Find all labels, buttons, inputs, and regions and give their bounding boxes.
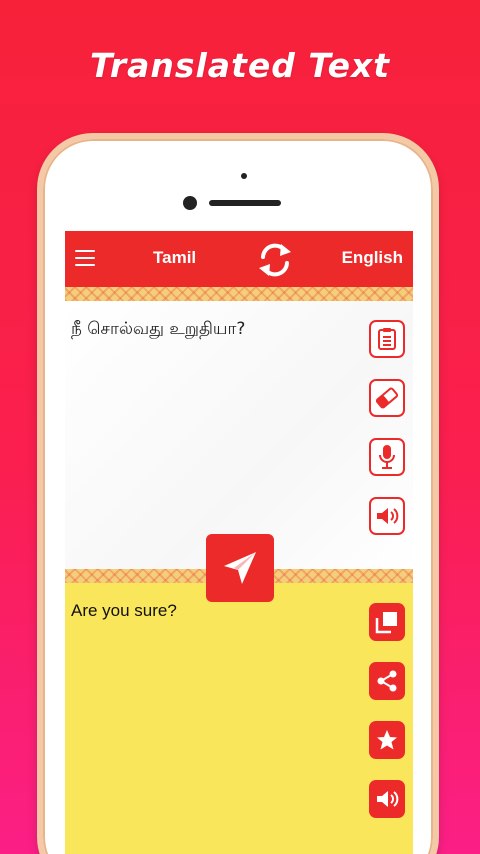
- voice-input-button[interactable]: [369, 438, 405, 476]
- copy-button[interactable]: [369, 603, 405, 641]
- output-panel: Are you sure?: [65, 583, 413, 854]
- share-icon: [377, 670, 397, 692]
- send-icon: [224, 552, 256, 584]
- translated-text: Are you sure?: [71, 601, 177, 620]
- speaker-icon: [377, 508, 399, 524]
- clipboard-icon: [378, 328, 396, 350]
- speaker-icon: [377, 791, 399, 807]
- sensor-dot: [241, 173, 247, 179]
- app-bar: Tamil English: [65, 231, 413, 287]
- input-panel[interactable]: நீ சொல்வது உறுதியா?: [65, 301, 413, 569]
- source-language-selector[interactable]: Tamil: [153, 248, 196, 268]
- microphone-icon: [379, 445, 395, 469]
- headline: Translated Text: [89, 46, 391, 85]
- front-camera: [183, 196, 197, 210]
- decorative-border-top: [65, 287, 413, 301]
- translate-button[interactable]: [206, 534, 274, 602]
- swap-languages-icon[interactable]: [255, 240, 295, 280]
- app-screen: Tamil English நீ சொல்வது உறுதியா? Are yo…: [65, 231, 413, 854]
- earpiece-speaker: [209, 200, 281, 206]
- share-button[interactable]: [369, 662, 405, 700]
- phone-frame: Tamil English நீ சொல்வது உறுதியா? Are yo…: [37, 133, 439, 854]
- eraser-icon: [375, 387, 399, 409]
- copy-icon: [375, 612, 397, 634]
- input-text-field[interactable]: நீ சொல்வது உறுதியா?: [71, 319, 245, 341]
- favorite-button[interactable]: [369, 721, 405, 759]
- menu-icon[interactable]: [75, 250, 95, 266]
- speak-output-button[interactable]: [369, 780, 405, 818]
- paste-button[interactable]: [369, 320, 405, 358]
- star-icon: [377, 730, 397, 750]
- clear-button[interactable]: [369, 379, 405, 417]
- speak-input-button[interactable]: [369, 497, 405, 535]
- target-language-selector[interactable]: English: [342, 248, 403, 268]
